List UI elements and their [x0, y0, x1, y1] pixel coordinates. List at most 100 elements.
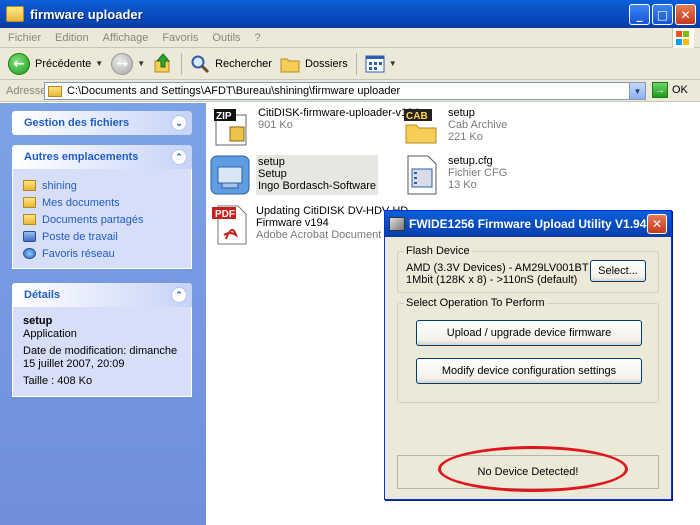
operation-group-label: Select Operation To Perform [404, 297, 547, 309]
file-name: setup [258, 156, 285, 168]
back-label: Précédente [35, 57, 92, 70]
file-item-pdf[interactable]: PDF Updating CitiDISK DV-HDV-HD Firmware… [210, 205, 408, 245]
computer-icon [23, 231, 36, 242]
network-icon [23, 248, 36, 259]
highlight-ellipse [438, 446, 628, 492]
flash-device-name: AMD (3.3V Devices) - AM29LV001BT [406, 262, 589, 274]
back-dropdown-icon[interactable]: ▼ [95, 59, 103, 68]
go-button[interactable]: → OK [652, 82, 688, 98]
folder-icon [48, 85, 62, 97]
task-pane: Gestion des fichiers ⌄ Autres emplacemen… [0, 103, 206, 525]
place-shining[interactable]: shining [23, 177, 181, 194]
place-my-documents[interactable]: Mes documents [23, 194, 181, 211]
panel-file-tasks-header[interactable]: Gestion des fichiers ⌄ [12, 111, 192, 135]
file-item-setup-exe[interactable]: setup Setup Ingo Bordasch-Software [210, 155, 379, 195]
folder-icon [6, 6, 24, 22]
forward-button[interactable]: → ▼ [111, 52, 145, 75]
file-item-cab[interactable]: CAB setup Cab Archive 221 Ko [402, 107, 507, 147]
place-label: shining [42, 179, 77, 192]
place-label: Documents partagés [42, 213, 144, 226]
dialog-titlebar: FWIDE1256 Firmware Upload Utility V1.94 … [385, 211, 671, 237]
file-meta: 221 Ko [448, 131, 483, 143]
go-label: OK [672, 84, 688, 96]
address-input[interactable]: C:\Documents and Settings\AFDT\Bureau\sh… [44, 82, 646, 100]
windows-logo-icon [672, 28, 694, 48]
back-arrow-icon: ← [8, 52, 30, 75]
address-dropdown-icon[interactable]: ▼ [629, 83, 645, 99]
file-name: setup.cfg [448, 155, 493, 167]
toolbar-separator [355, 52, 357, 75]
file-item-zip[interactable]: ZIP CitiDISK-firmware-uploader-v194 901 … [212, 107, 419, 147]
app-icon [389, 217, 405, 231]
place-shared-documents[interactable]: Documents partagés [23, 211, 181, 228]
menu-outils[interactable]: Outils [212, 32, 240, 44]
panel-other-places-header[interactable]: Autres emplacements ⌃ [12, 145, 192, 169]
file-meta: Setup [258, 168, 287, 180]
maximize-button[interactable]: □ [652, 4, 673, 25]
minimize-button[interactable]: _ [629, 4, 650, 25]
place-my-computer[interactable]: Poste de travail [23, 228, 181, 245]
menu-bar: Fichier Edition Affichage Favoris Outils… [0, 28, 700, 48]
upload-firmware-button[interactable]: Upload / upgrade device firmware [416, 320, 642, 346]
up-folder-button[interactable] [153, 52, 173, 75]
details-size: Taille : 408 Ko [23, 375, 93, 387]
menu-edition[interactable]: Edition [55, 32, 89, 44]
flash-device-spec: 1Mbit (128K x 8) - >110nS (default) [406, 274, 578, 286]
expand-icon[interactable]: ⌄ [171, 115, 187, 131]
panel-file-tasks-title: Gestion des fichiers [24, 117, 130, 129]
pdf-icon-label: PDF [215, 209, 235, 220]
file-item-setup-cfg[interactable]: setup.cfg Fichier CFG 13 Ko [402, 155, 507, 195]
views-dropdown-icon[interactable]: ▼ [389, 59, 397, 68]
operation-group: Select Operation To Perform Upload / upg… [397, 297, 659, 403]
pdf-icon: PDF [210, 205, 250, 245]
search-icon [190, 54, 210, 74]
toolbar-separator [181, 52, 183, 75]
file-name: CitiDISK-firmware-uploader-v194 [258, 107, 420, 119]
panel-details-header[interactable]: Détails ⌃ [12, 283, 192, 307]
window-title: firmware uploader [30, 6, 143, 22]
menu-fichier[interactable]: Fichier [8, 32, 41, 44]
close-button[interactable]: ✕ [675, 4, 696, 25]
shared-folder-icon [23, 214, 36, 225]
panel-details-body: setup Application Date de modification: … [12, 307, 192, 397]
address-label: Adresse [6, 84, 47, 97]
address-bar: Adresse C:\Documents and Settings\AFDT\B… [0, 80, 700, 102]
folders-icon [280, 55, 300, 73]
folder-icon [23, 180, 36, 191]
views-button[interactable]: ▼ [365, 55, 397, 73]
folders-button[interactable]: Dossiers [280, 55, 348, 73]
panel-details-title: Détails [24, 289, 61, 301]
dialog-close-button[interactable]: ✕ [647, 214, 667, 234]
place-label: Poste de travail [42, 230, 118, 243]
menu-affichage[interactable]: Affichage [103, 32, 149, 44]
search-button[interactable]: Rechercher [190, 54, 272, 74]
toolbar: ← Précédente ▼ → ▼ Rechercher Dossiers ▼ [0, 48, 700, 80]
search-label: Rechercher [215, 57, 272, 70]
go-arrow-icon: → [652, 82, 668, 98]
cab-icon-label: CAB [406, 111, 428, 122]
place-label: Mes documents [42, 196, 120, 209]
place-label: Favoris réseau [42, 247, 115, 260]
dialog-title: FWIDE1256 Firmware Upload Utility V1.94 [409, 217, 647, 231]
forward-dropdown-icon[interactable]: ▼ [137, 59, 145, 68]
panel-other-places-body: shining Mes documents Documents partagés… [12, 169, 192, 269]
collapse-icon[interactable]: ⌃ [171, 287, 187, 303]
panel-other-places: Autres emplacements ⌃ shining Mes docume… [12, 145, 192, 269]
flash-device-label: Flash Device [404, 245, 472, 257]
cab-icon: CAB [402, 107, 442, 147]
forward-arrow-icon: → [111, 52, 134, 75]
menu-favoris[interactable]: Favoris [162, 32, 198, 44]
panel-file-tasks: Gestion des fichiers ⌄ [12, 111, 192, 135]
select-button[interactable]: Select... [590, 260, 646, 282]
file-meta: Fichier CFG [448, 167, 508, 179]
place-network[interactable]: Favoris réseau [23, 245, 181, 262]
back-button[interactable]: ← Précédente ▼ [8, 52, 103, 75]
modify-config-button[interactable]: Modify device configuration settings [416, 358, 642, 384]
collapse-icon[interactable]: ⌃ [171, 149, 187, 165]
menu-help[interactable]: ? [255, 32, 261, 44]
file-meta: Ingo Bordasch-Software [258, 180, 377, 192]
zip-icon: ZIP [212, 107, 252, 147]
panel-details: Détails ⌃ setup Application Date de modi… [12, 283, 192, 397]
setup-icon [210, 155, 250, 195]
up-arrow-icon [153, 52, 173, 75]
